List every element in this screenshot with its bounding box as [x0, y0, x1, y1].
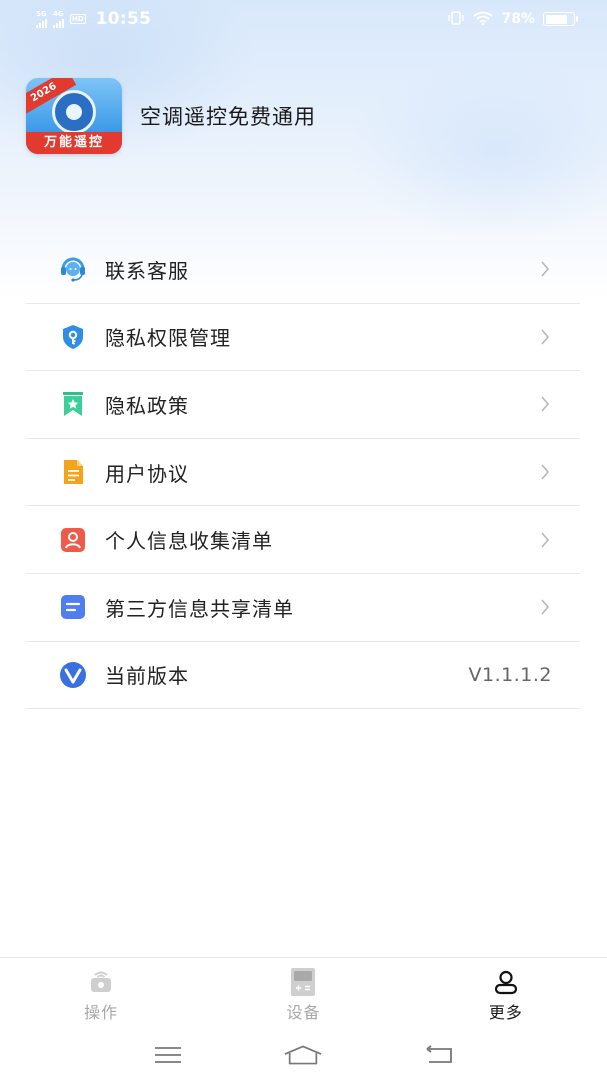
app-screen: 5G 4G HD 10:55 78% 2026 万能遥控 空调遥控免费通用 联系… [0, 0, 607, 1080]
app-logo: 2026 万能遥控 [26, 78, 122, 154]
home-icon[interactable] [283, 1040, 323, 1070]
menu-label: 个人信息收集清单 [105, 529, 273, 554]
chevron-right-icon [538, 532, 552, 548]
chevron-right-icon [538, 464, 552, 480]
logo-text: 万能遥控 [26, 132, 122, 154]
tab-label: 更多 [488, 1002, 523, 1022]
user-more-icon [491, 967, 521, 997]
menu-label: 第三方信息共享清单 [105, 596, 294, 621]
battery-icon [543, 12, 578, 26]
status-left: 5G 4G HD 10:55 [36, 9, 151, 29]
wifi-icon [473, 10, 494, 29]
menu-item-privacy-permission[interactable]: 隐私权限管理 [26, 304, 580, 372]
settings-menu: 联系客服 隐私权限管理 隐私政策 用户协议 个人信息收集清单 第三方信息共享清单… [26, 236, 580, 710]
bottom-tab-bar: 操作 设备 更多 [0, 957, 607, 1029]
version-value: V1.1.1.2 [468, 663, 552, 686]
system-nav-bar [0, 1029, 607, 1080]
menu-label: 当前版本 [105, 664, 189, 689]
agreement-document-icon [58, 457, 88, 487]
menu-item-current-version: 当前版本 V1.1.1.2 [26, 642, 580, 710]
status-time: 10:55 [95, 9, 152, 29]
version-v-icon [58, 660, 88, 690]
menu-icon[interactable] [148, 1040, 188, 1070]
menu-label: 隐私政策 [105, 393, 189, 418]
network-5g-label: 5G [36, 9, 47, 18]
privacy-shield-key-icon [58, 322, 88, 352]
device-calculator-icon [288, 967, 318, 997]
personal-info-icon [58, 525, 88, 555]
battery-percent: 78% [501, 11, 535, 27]
third-party-share-icon [58, 592, 88, 622]
signal-icon [53, 18, 64, 28]
remote-logo-icon [52, 90, 96, 134]
app-name: 空调遥控免费通用 [140, 105, 316, 129]
tab-label: 设备 [286, 1002, 321, 1022]
tab-device[interactable]: 设备 [202, 958, 404, 1029]
back-icon[interactable] [419, 1040, 459, 1070]
hd-badge: HD [70, 14, 86, 24]
menu-item-contact-service[interactable]: 联系客服 [26, 236, 580, 304]
chevron-right-icon [538, 261, 552, 277]
menu-item-personal-info-list[interactable]: 个人信息收集清单 [26, 506, 580, 574]
chevron-right-icon [538, 599, 552, 615]
chevron-right-icon [538, 329, 552, 345]
network-4g: 4G [53, 9, 64, 28]
status-right: 78% [447, 10, 578, 29]
menu-item-user-agreement[interactable]: 用户协议 [26, 439, 580, 507]
tab-operate[interactable]: 操作 [0, 958, 202, 1029]
tab-label: 操作 [84, 1002, 119, 1022]
menu-label: 联系客服 [105, 258, 189, 283]
policy-bookmark-icon [58, 389, 88, 419]
tab-more[interactable]: 更多 [405, 958, 607, 1029]
menu-label: 隐私权限管理 [105, 326, 231, 351]
network-5g: 5G [36, 9, 47, 28]
remote-operate-icon [86, 967, 116, 997]
menu-label: 用户协议 [105, 461, 189, 486]
signal-icon [36, 18, 47, 28]
menu-item-third-party-share-list[interactable]: 第三方信息共享清单 [26, 574, 580, 642]
battery-fill [545, 14, 567, 24]
status-bar: 5G 4G HD 10:55 78% [0, 0, 607, 38]
vibrate-icon [447, 10, 465, 29]
customer-service-icon [58, 254, 88, 284]
app-header: 2026 万能遥控 空调遥控免费通用 [26, 78, 316, 154]
network-4g-label: 4G [53, 9, 64, 18]
chevron-right-icon [538, 396, 552, 413]
menu-item-privacy-policy[interactable]: 隐私政策 [26, 371, 580, 439]
